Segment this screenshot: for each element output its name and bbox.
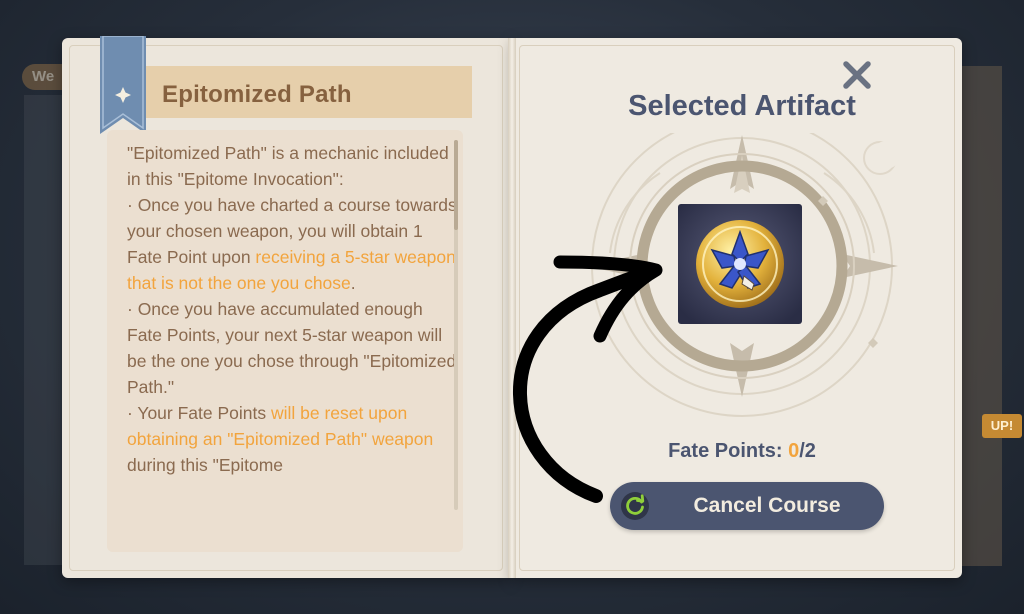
- cancel-course-label: Cancel Course: [693, 494, 841, 517]
- blue-flower-artifact-icon[interactable]: [678, 204, 802, 324]
- refresh-icon: [621, 492, 649, 520]
- bullet-paragraph: · Once you have charted a course towards…: [127, 192, 457, 296]
- background-panel-right: [962, 66, 1002, 566]
- selected-artifact-title: Selected Artifact: [628, 90, 856, 122]
- fate-points-label: Fate Points:: [668, 440, 789, 462]
- bullet-text: .: [350, 273, 356, 293]
- description-text: "Epitomized Path" is a mechanic included…: [127, 140, 457, 478]
- page-title: Epitomized Path: [162, 81, 352, 108]
- close-icon[interactable]: [840, 58, 874, 92]
- bullet-paragraph: · Once you have accumulated enough Fate …: [127, 299, 457, 397]
- fate-points-current: 0: [788, 440, 800, 462]
- bullet-text: · Your Fate Points: [127, 403, 271, 423]
- bullet-text: during this "Epitome: [127, 455, 284, 475]
- text-fade: [107, 512, 463, 552]
- description-box: "Epitomized Path" is a mechanic included…: [107, 130, 463, 552]
- fate-points-total: /2: [799, 440, 816, 462]
- bookmark-star-icon: [100, 36, 146, 134]
- background-up-badge: UP!: [982, 414, 1022, 438]
- scrollbar-thumb[interactable]: [454, 140, 458, 230]
- book-spine: [508, 38, 516, 578]
- bullet-paragraph: · Your Fate Points will be reset upon ob…: [127, 400, 457, 478]
- intro-paragraph: "Epitomized Path" is a mechanic included…: [127, 143, 449, 189]
- fate-points-readout: Fate Points: 0/2: [520, 440, 964, 463]
- cancel-course-button[interactable]: Cancel Course: [610, 482, 884, 530]
